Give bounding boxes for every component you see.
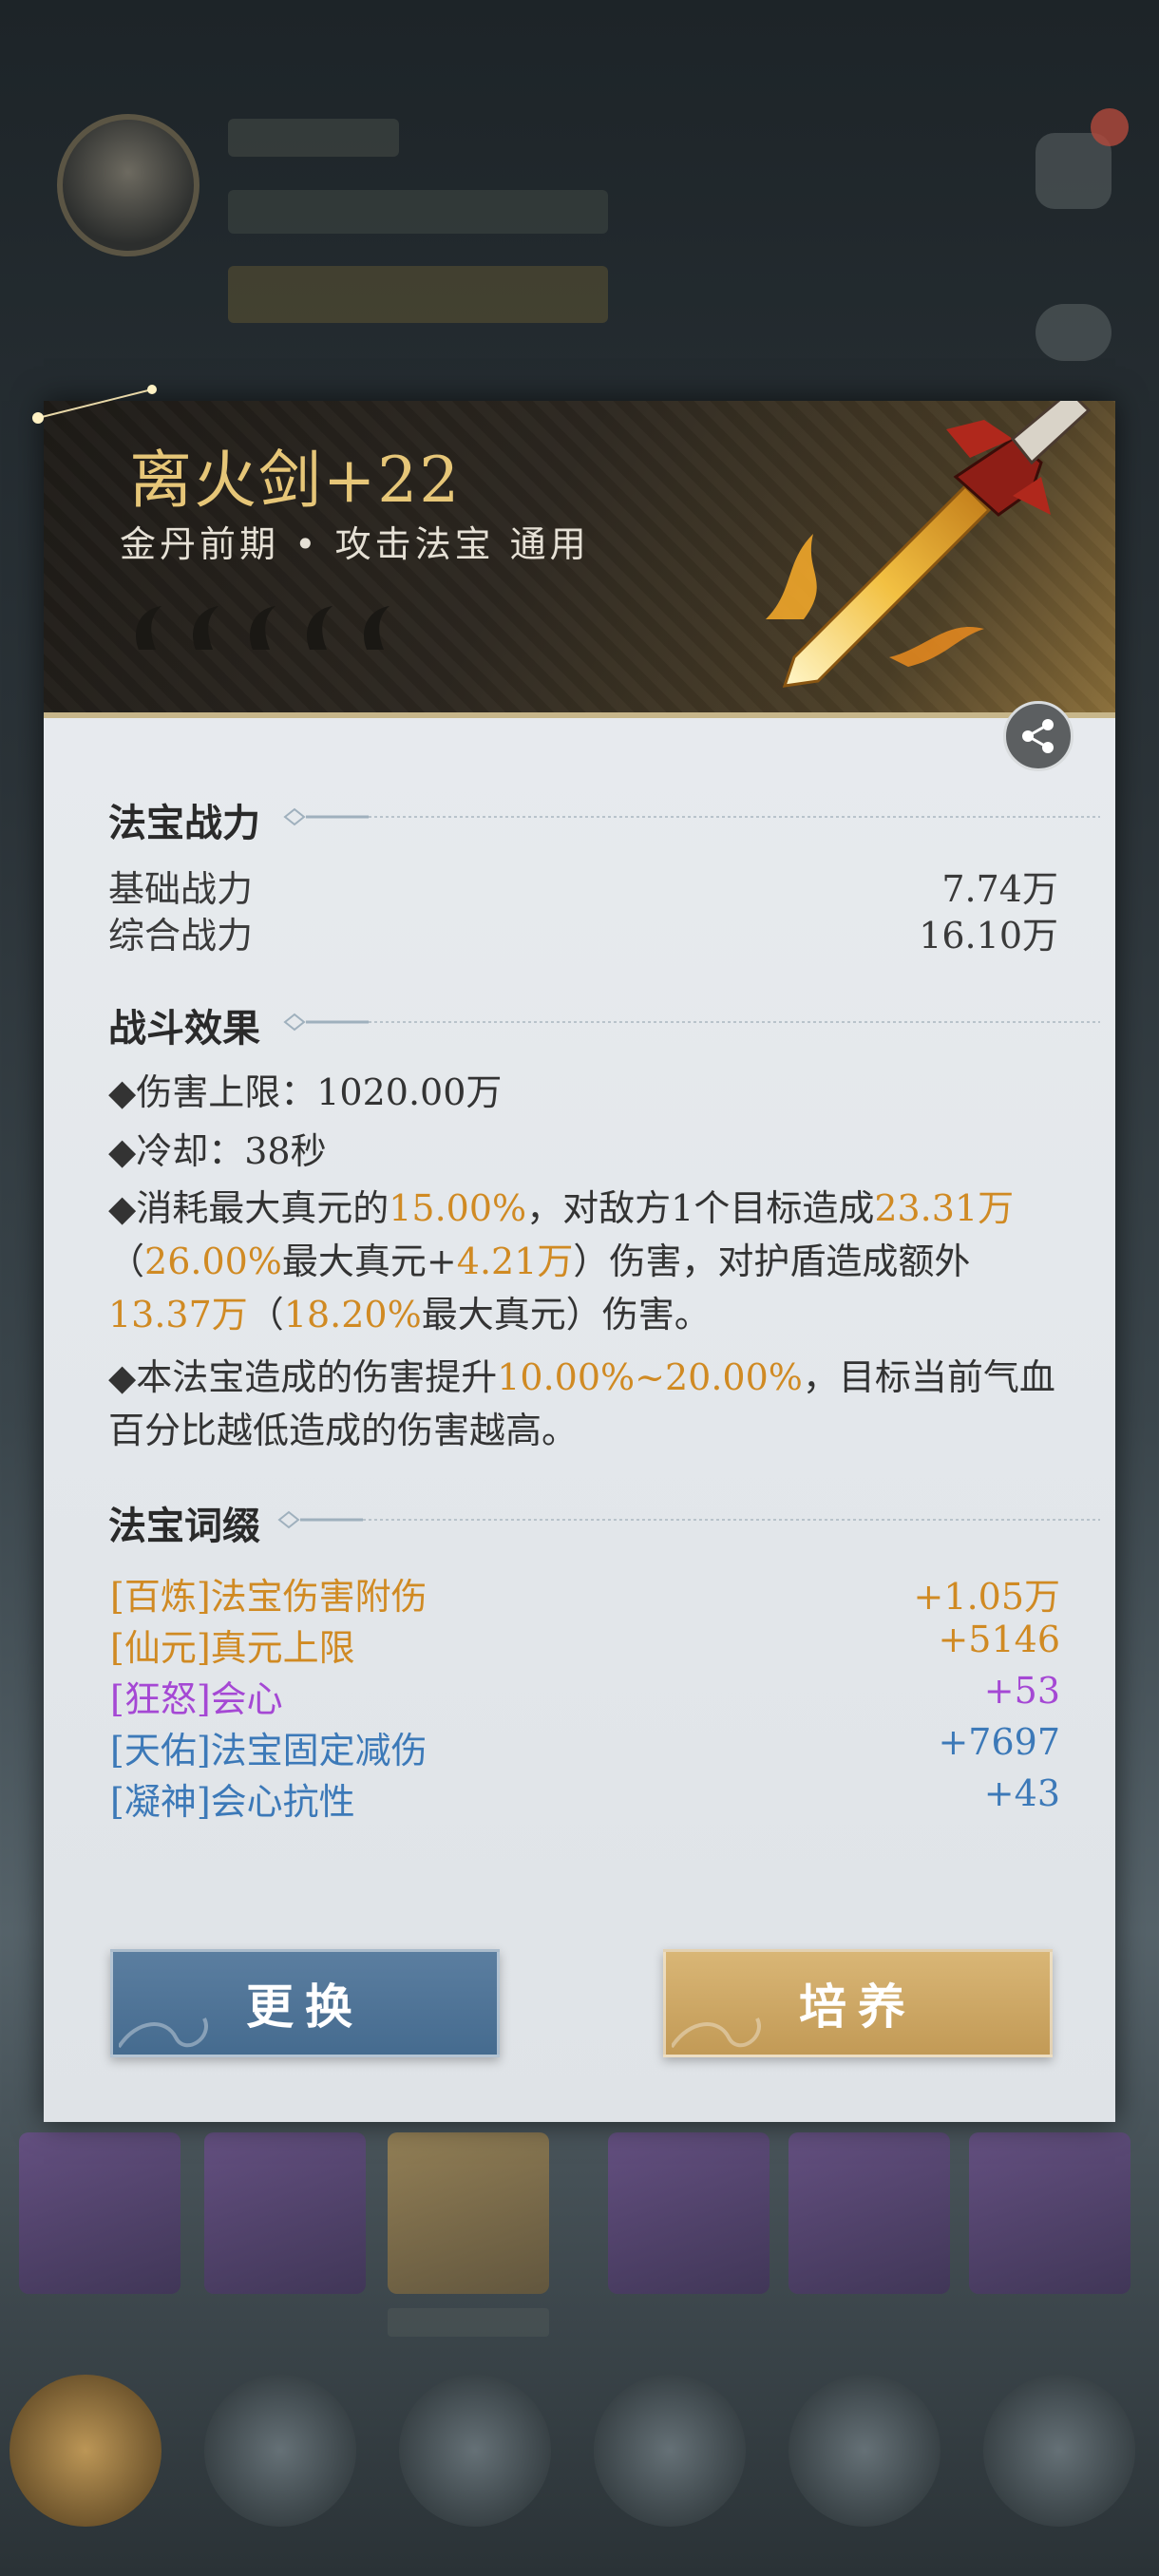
affix-row: [天佑]法宝固定减伤 +7697 xyxy=(110,1721,1060,1773)
effect-damage-description: ◆消耗最大真元的15.00%，对敌方1个目标造成23.31万（26.00%最大真… xyxy=(108,1182,1068,1341)
side-menu-icon xyxy=(1036,133,1112,209)
player-name-blurred xyxy=(228,119,399,157)
affix-label: [天佑]法宝固定减伤 xyxy=(110,1730,428,1771)
effect-text: ◆消耗最大真元的 xyxy=(108,1187,390,1229)
power-label: 基础战力 xyxy=(108,868,254,910)
slot-caption-blurred xyxy=(388,2308,549,2337)
power-value: 7.74万 xyxy=(941,868,1058,910)
affix-label: [百炼]法宝伤害附伤 xyxy=(110,1576,428,1618)
effect-highlight: 15.00% xyxy=(389,1187,527,1229)
bottom-tab xyxy=(594,2375,746,2527)
affix-label: [凝神]会心抗性 xyxy=(110,1781,355,1823)
share-icon xyxy=(1022,719,1054,753)
bottom-tab xyxy=(10,2375,162,2527)
effect-damage-cap: ◆伤害上限：1020.00万 xyxy=(108,1066,1068,1119)
equipment-slot xyxy=(969,2132,1130,2294)
wave-decoration-icon xyxy=(119,2017,208,2049)
sparkle-decoration-icon xyxy=(32,385,157,424)
power-row-base: 基础战力 7.74万 xyxy=(108,860,1058,912)
equipment-slot xyxy=(204,2132,366,2294)
chat-icon xyxy=(1036,304,1112,361)
affix-row: [仙元]真元上限 +5146 xyxy=(110,1619,1060,1671)
equipment-slot xyxy=(19,2132,180,2294)
item-header: 离火剑+22 金丹前期 • 攻击法宝 通用 xyxy=(44,401,1115,718)
effect-damage-bonus: ◆本法宝造成的伤害提升10.00%~20.00%，目标当前气血百分比越低造成的伤… xyxy=(108,1351,1068,1457)
equipment-slot xyxy=(788,2132,950,2294)
affix-label: [仙元]真元上限 xyxy=(110,1627,355,1669)
player-realm-blurred xyxy=(228,190,608,234)
effect-highlight: 26.00% xyxy=(144,1241,282,1282)
item-title: 离火剑+22 xyxy=(129,444,462,517)
share-button[interactable] xyxy=(1003,701,1074,771)
bottom-tab-bar xyxy=(0,2365,1159,2576)
affix-row: [百炼]法宝伤害附伤 +1.05万 xyxy=(110,1567,1060,1619)
train-button[interactable]: 培养 xyxy=(663,1949,1053,2057)
effect-text: 最大真元）伤害。 xyxy=(421,1294,711,1335)
effect-highlight: 10.00%~20.00% xyxy=(497,1356,803,1398)
effect-label: ◆伤害上限： xyxy=(108,1071,317,1113)
power-section-title: 法宝战力 xyxy=(108,801,260,845)
bottom-tab xyxy=(983,2375,1135,2527)
star-rating xyxy=(129,602,405,655)
train-button-label: 培养 xyxy=(799,1979,917,2035)
affix-section-title: 法宝词缀 xyxy=(108,1504,260,1548)
effect-highlight: 4.21万 xyxy=(456,1241,574,1282)
effect-text: 最大真元+ xyxy=(281,1241,457,1282)
wave-decoration-icon xyxy=(672,2017,761,2049)
effect-label: ◆冷却： xyxy=(108,1130,245,1172)
effect-value: 1020.00万 xyxy=(316,1071,503,1113)
player-avatar xyxy=(57,114,200,256)
swap-button[interactable]: 更换 xyxy=(110,1949,500,2057)
equipment-slot xyxy=(608,2132,770,2294)
star-slot-icon xyxy=(193,606,218,650)
bottom-tab xyxy=(204,2375,356,2527)
power-value: 16.10万 xyxy=(919,915,1058,957)
notification-badge xyxy=(1091,108,1129,146)
item-subtitle: 金丹前期 • 攻击法宝 通用 xyxy=(120,523,590,565)
fire-sword-icon xyxy=(766,401,1092,688)
equipment-slot-selected xyxy=(388,2132,549,2294)
power-label: 综合战力 xyxy=(108,915,254,957)
swap-button-label: 更换 xyxy=(246,1979,364,2035)
star-slot-icon xyxy=(250,606,276,650)
affix-row: [狂怒]会心 +53 xyxy=(110,1670,1060,1722)
section-divider xyxy=(283,807,1100,826)
effect-text: ）伤害，对护盾造成额外 xyxy=(573,1241,971,1282)
effects-section-title: 战斗效果 xyxy=(108,1006,260,1051)
affix-row: [凝神]会心抗性 +43 xyxy=(110,1772,1060,1825)
bottom-tab xyxy=(399,2375,551,2527)
affix-value: +5146 xyxy=(938,1619,1060,1660)
player-power-blurred xyxy=(228,266,608,323)
item-detail-modal: 离火剑+22 金丹前期 • 攻击法宝 通用 法宝战力 基础战力 7.74万 综合… xyxy=(32,385,1115,2122)
power-row-total: 综合战力 16.10万 xyxy=(108,906,1058,958)
section-divider xyxy=(283,1013,1100,1032)
section-divider xyxy=(277,1510,1100,1529)
effect-highlight: 23.31万 xyxy=(874,1187,1015,1229)
equipment-slots xyxy=(19,2132,1140,2303)
star-slot-icon xyxy=(136,606,162,650)
effect-cooldown: ◆冷却：38秒 xyxy=(108,1125,1068,1178)
effect-text: （ xyxy=(247,1294,284,1335)
affix-value: +53 xyxy=(983,1670,1060,1712)
star-slot-icon xyxy=(307,606,332,650)
effect-highlight: 18.20% xyxy=(283,1294,422,1335)
effect-text: （ xyxy=(108,1241,145,1282)
effect-text: ◆本法宝造成的伤害提升 xyxy=(108,1356,498,1398)
star-slot-icon xyxy=(364,606,390,650)
bottom-tab xyxy=(788,2375,940,2527)
affix-label: [狂怒]会心 xyxy=(110,1678,283,1720)
affix-value: +43 xyxy=(983,1772,1060,1814)
affix-value: +1.05万 xyxy=(913,1576,1060,1618)
effect-value: 38秒 xyxy=(244,1130,327,1172)
affix-value: +7697 xyxy=(938,1721,1060,1763)
effect-highlight: 13.37万 xyxy=(108,1294,248,1335)
effect-text: ，对敌方1个目标造成 xyxy=(526,1187,875,1229)
